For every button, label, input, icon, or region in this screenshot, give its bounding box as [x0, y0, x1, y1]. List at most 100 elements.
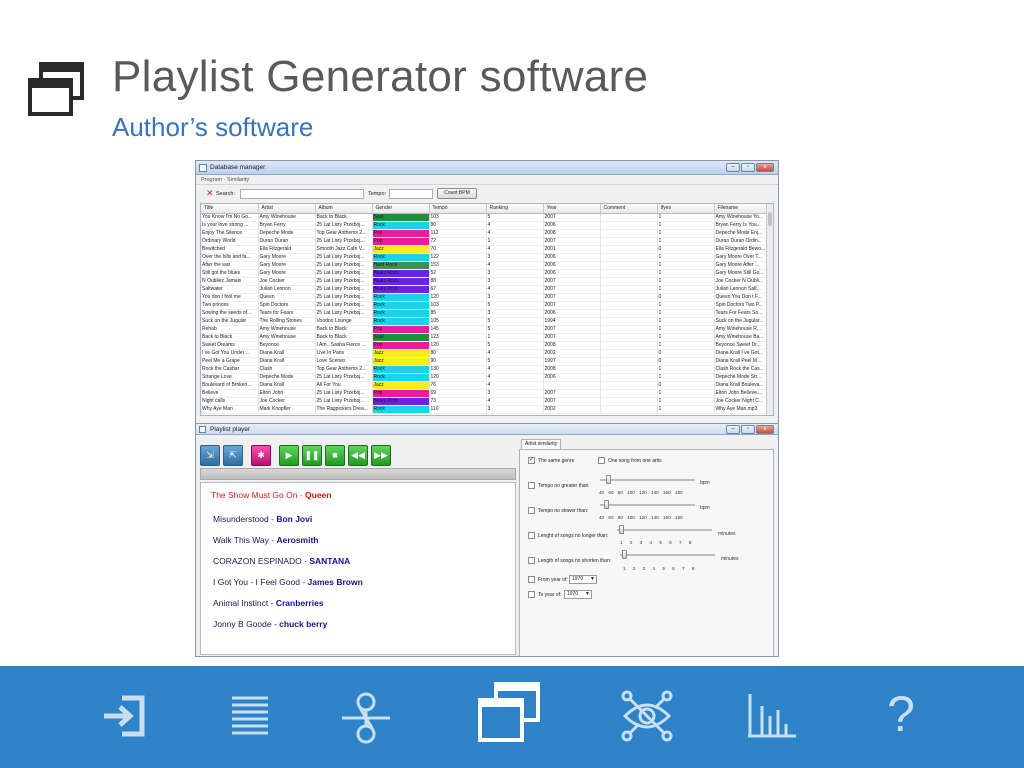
tempo-greater-slider[interactable]	[600, 475, 695, 485]
column-header[interactable]: Title	[201, 204, 259, 214]
previous-button[interactable]: ◀◀	[348, 444, 368, 466]
table-row[interactable]: You Know I'm No Go... Amy Winehouse Back t…	[201, 213, 768, 222]
column-header[interactable]: Artist	[258, 204, 316, 214]
tempo-greater-checkbox[interactable]	[528, 482, 535, 489]
list-item[interactable]: Animal Instinct - Cranberries	[213, 598, 324, 608]
one-song-checkbox[interactable]	[598, 457, 605, 464]
table-row[interactable]: Bewitched Ella Fitzgerald Smooth Jazz Cafe…	[201, 245, 768, 254]
table-row[interactable]: Ordinary World Duran Duran 25 Lat Listy Pr…	[201, 237, 768, 246]
to-year-select[interactable]: 1970 ▼	[564, 590, 592, 599]
list-item[interactable]: Walk This Way - Aerosmith	[213, 535, 319, 545]
from-year-option[interactable]: From year of:	[528, 576, 568, 583]
same-genre-checkbox[interactable]: ✓	[528, 457, 535, 464]
help-icon[interactable]: ?	[869, 682, 933, 746]
length-longer-option[interactable]: Lenght of songs no longer than:	[528, 532, 608, 539]
table-row[interactable]: Is your love strong ... Bryan Ferry 25 Lat…	[201, 221, 768, 230]
slider-knob[interactable]	[604, 500, 609, 509]
table-row[interactable]: Peel Me a Grape Diana Krall Love Scenes Jaz…	[201, 357, 768, 366]
clear-search-icon[interactable]: ✕	[206, 189, 214, 198]
column-header[interactable]: Ranking	[486, 204, 544, 214]
table-row[interactable]: Rehab Amy Winehouse Back to Black Pop 145 5 20…	[201, 325, 768, 334]
windows-icon[interactable]	[476, 680, 540, 744]
table-row[interactable]: Suck on the Jugular The Rolling Stones Voo…	[201, 317, 768, 326]
table-row[interactable]: Enjoy The Silence Depeche Mode Top Gear An…	[201, 229, 768, 238]
table-row[interactable]: N Oubliez Jamais Joe Cocker 25 Lat Listy P…	[201, 277, 768, 286]
remove-files-button[interactable]: ⇱	[223, 444, 243, 466]
length-shorter-checkbox[interactable]	[528, 557, 535, 564]
slider-knob[interactable]	[622, 550, 627, 559]
length-longer-checkbox[interactable]	[528, 532, 535, 539]
table-row[interactable]: Night calls Joe Cocker 25 Lat Listy Przebo…	[201, 397, 768, 406]
stop-button[interactable]: ■	[325, 444, 345, 466]
column-header[interactable]: Album	[315, 204, 373, 214]
eye-network-icon[interactable]	[615, 684, 679, 748]
node-icon[interactable]	[334, 684, 398, 748]
pause-button[interactable]: ❚❚	[302, 444, 322, 466]
table-row[interactable]: Over the hills and fa... Gary Moore 25 Lat…	[201, 253, 768, 262]
table-row[interactable]: Back to Black Amy Winehouse Back to Black S…	[201, 333, 768, 342]
tempo-slower-option[interactable]: Tempo no slower than:	[528, 507, 588, 514]
slider-knob[interactable]	[606, 475, 611, 484]
tab-artist-similarity[interactable]: Artist similarity	[521, 439, 561, 449]
table-row[interactable]: Boulevard of Broken... Diana Krall All For…	[201, 381, 768, 390]
one-song-option[interactable]: One song from one artis	[598, 457, 662, 464]
from-year-checkbox[interactable]	[528, 576, 535, 583]
length-longer-slider[interactable]	[617, 525, 712, 535]
table-scrollbar[interactable]	[766, 204, 773, 415]
table-row[interactable]: Still got the blues Gary Moore 25 Lat List…	[201, 269, 768, 278]
from-year-select[interactable]: 1970 ▼	[569, 575, 597, 584]
same-genre-option[interactable]: ✓ The same genre	[528, 457, 574, 464]
to-year-checkbox[interactable]	[528, 591, 535, 598]
table-row[interactable]: Rock the Casbar Clash Top Gear Anthems 2..…	[201, 365, 768, 374]
column-header[interactable]: Gender	[372, 204, 430, 214]
table-row[interactable]: After the war Gary Moore 25 Lat Listy Prze…	[201, 261, 768, 270]
database-window-titlebar[interactable]: Database manager – ▫ x	[196, 161, 778, 175]
maximize-button[interactable]: ▫	[741, 425, 755, 434]
column-header[interactable]: Year	[543, 204, 601, 214]
list-icon[interactable]	[218, 684, 282, 748]
next-button[interactable]: ▶▶	[371, 444, 391, 466]
list-item[interactable]: CORAZON ESPINADO - SANTANA	[213, 556, 350, 566]
column-header[interactable]: Ifyes	[657, 204, 715, 214]
settings-button[interactable]: ✱	[251, 444, 271, 466]
length-shorter-slider[interactable]	[620, 550, 715, 560]
maximize-button[interactable]: ▫	[741, 163, 755, 172]
table-row[interactable]: Why Aye Man Mark Knopfler The Ragpickers D…	[201, 405, 768, 414]
table-row[interactable]: Sowing the seeds of... Tears for Fears 25 …	[201, 309, 768, 318]
close-button[interactable]: x	[756, 425, 774, 434]
minimize-button[interactable]: –	[726, 163, 740, 172]
table-row[interactable]: I ve Got You Under ... Diana Krall Live In…	[201, 349, 768, 358]
to-year-option[interactable]: To year of:	[528, 591, 561, 598]
tempo-slower-slider[interactable]	[600, 500, 695, 510]
list-item[interactable]: Misunderstood - Bon Jovi	[213, 514, 312, 524]
tempo-input[interactable]	[389, 189, 433, 199]
scroll-thumb[interactable]	[768, 212, 772, 226]
list-item[interactable]: I Got You - I Feel Good - James Brown	[213, 577, 363, 587]
tempo-greater-option[interactable]: Tempo no greater than:	[528, 482, 590, 489]
list-item[interactable]: Jonny B Goode - chuck berry	[213, 619, 327, 629]
table-row[interactable]: You don t fool me Queen 25 Lat Listy Przeb…	[201, 293, 768, 302]
table-row[interactable]: Believe Elton John 25 Lat Listy Przeboj...…	[201, 389, 768, 398]
table-row[interactable]: Two princes Spin Doctors 25 Lat Listy Prze…	[201, 301, 768, 310]
slider-knob[interactable]	[619, 525, 624, 534]
length-shorter-option[interactable]: Length of songs no shorten than:	[528, 557, 611, 564]
table-row[interactable]: Saltwater Julian Lennon 25 Lat Listy Przeb…	[201, 285, 768, 294]
now-playing[interactable]: The Show Must Go On - Queen	[211, 490, 331, 500]
search-input[interactable]	[240, 189, 364, 199]
menu-tabs[interactable]: Program · Similarity	[196, 175, 778, 185]
column-header[interactable]: Tempo	[429, 204, 487, 214]
table-row[interactable]: Sweet Dreams Beyonce I Am...Sasha Fierce .…	[201, 341, 768, 350]
add-files-button[interactable]: ⇲	[200, 444, 220, 466]
bar-chart-icon[interactable]	[740, 684, 804, 748]
player-window-titlebar[interactable]: Playlist player – ▫ x	[196, 424, 778, 435]
table-row[interactable]: Strange Love Depeche Mode 25 Lat Listy Prz…	[201, 373, 768, 382]
enter-icon[interactable]	[92, 684, 156, 748]
minimize-button[interactable]: –	[726, 425, 740, 434]
column-header[interactable]: Comment	[600, 204, 658, 214]
playback-progress-bar[interactable]	[200, 468, 516, 480]
count-bpm-button[interactable]: Count BPM	[437, 188, 477, 199]
close-button[interactable]: x	[756, 163, 774, 172]
tempo-slower-checkbox[interactable]	[528, 507, 535, 514]
column-header[interactable]: Filename	[714, 204, 768, 214]
play-button[interactable]: ▶	[279, 444, 299, 466]
